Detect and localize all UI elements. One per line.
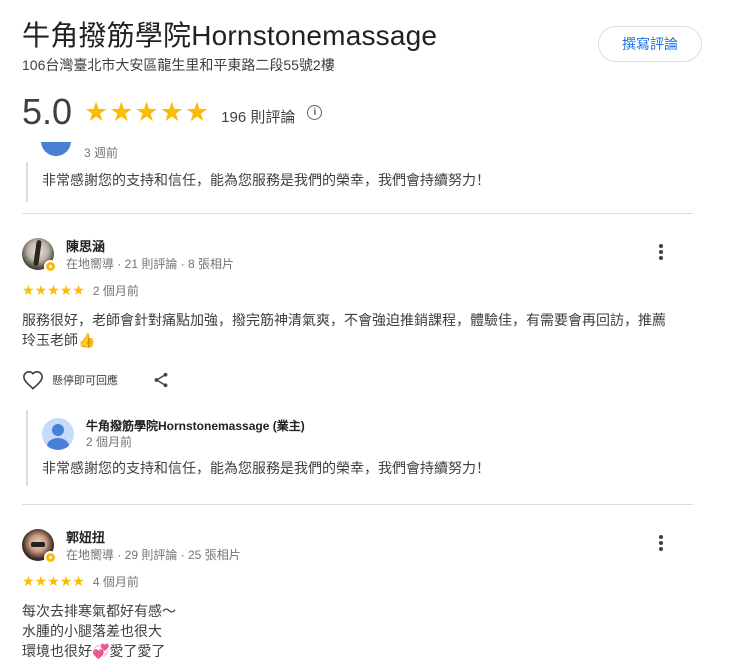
more-vert-icon[interactable] — [653, 242, 669, 262]
star-icon: ★ — [184, 97, 210, 127]
owner-reply-header: 牛角撥筋學院Hornstonemassage (業主) 2 個月前 — [42, 410, 693, 450]
reviewer-name[interactable]: 陳思涵 — [66, 238, 234, 256]
star-icon: ★ — [159, 97, 184, 127]
more-vert-icon[interactable] — [653, 533, 669, 553]
avatar-photo — [33, 239, 42, 267]
star-icon: ★ — [134, 97, 159, 127]
review-rating: ★ ★ ★ ★ ★ 2 個月前 — [22, 282, 693, 298]
review-rating: ★ ★ ★ ★ ★ 4 個月前 — [22, 573, 693, 589]
reviewer: ✦ 陳思涵 在地嚮導 · 21 則評論 · 8 張相片 — [22, 238, 693, 273]
share-icon[interactable] — [152, 371, 170, 389]
reviewer: ✦ 郭妞扭 在地嚮導 · 29 則評論 · 25 張相片 — [22, 529, 693, 564]
rating-stars: ★ ★ ★ ★ ★ — [84, 98, 209, 126]
star-icon: ★ — [47, 573, 60, 589]
rating-summary: 5.0 ★ ★ ★ ★ ★ 196 則評論 i — [22, 92, 733, 132]
review-text: 每次去排寒氣都好有感～ 水腫的小腿落差也很大 環境也很好💞愛了愛了 — [22, 603, 176, 659]
star-icon: ★ — [72, 282, 85, 298]
star-icon: ★ — [34, 573, 48, 589]
reviews-list[interactable]: 3 週前 非常感謝您的支持和信任，能為您服務是我們的榮幸，我們會持續努力！ ✦ … — [0, 142, 733, 668]
local-guide-badge-icon: ✦ — [44, 260, 57, 273]
owner-reply-text: 非常感謝您的支持和信任，能為您服務是我們的榮幸，我們會持續努力！ — [42, 460, 490, 476]
avatar-photo — [31, 542, 45, 547]
reviewer-info: 陳思涵 在地嚮導 · 21 則評論 · 8 張相片 — [66, 238, 234, 272]
review-stars: ★ ★ ★ ★ ★ — [22, 283, 85, 297]
heart-icon — [23, 370, 43, 390]
review-item: ✦ 陳思涵 在地嚮導 · 21 則評論 · 8 張相片 ★ ★ ★ ★ ★ 2 … — [22, 238, 693, 486]
reviewer-info: 郭妞扭 在地嚮導 · 29 則評論 · 25 張相片 — [66, 529, 241, 563]
like-label: 懸停即可回應 — [52, 375, 118, 387]
owner-reply: 牛角撥筋學院Hornstonemassage (業主) 2 個月前 非常感謝您的… — [26, 410, 693, 486]
star-icon: ★ — [22, 282, 35, 298]
owner-avatar — [41, 142, 71, 156]
star-icon: ★ — [59, 282, 73, 298]
rating-value: 5.0 — [22, 91, 73, 132]
reviewer-name[interactable]: 郭妞扭 — [66, 529, 241, 547]
review-item: ✦ 郭妞扭 在地嚮導 · 29 則評論 · 25 張相片 ★ ★ ★ ★ ★ 4… — [22, 529, 693, 661]
write-review-button[interactable]: 撰寫評論 — [598, 26, 702, 62]
reviewer-meta: 在地嚮導 · 29 則評論 · 25 張相片 — [66, 548, 241, 562]
review-stars: ★ ★ ★ ★ ★ — [22, 574, 85, 588]
reviewer-meta: 在地嚮導 · 21 則評論 · 8 張相片 — [66, 257, 235, 271]
star-icon: ★ — [59, 573, 73, 589]
star-icon: ★ — [47, 282, 60, 298]
review-time: 2 個月前 — [92, 283, 139, 298]
owner-info: 牛角撥筋學院Hornstonemassage (業主) 2 個月前 — [86, 418, 305, 450]
avatar[interactable]: ✦ — [22, 529, 57, 564]
review-actions: 懸停即可回應 — [22, 368, 693, 392]
owner-reply-time: 2 個月前 — [86, 435, 133, 449]
owner-reply-time: 3 週前 — [84, 146, 119, 160]
star-icon: ★ — [84, 97, 109, 127]
star-icon: ★ — [109, 97, 134, 127]
owner-reply: 非常感謝您的支持和信任，能為您服務是我們的榮幸，我們會持續努力！ — [26, 162, 490, 202]
owner-reply-text: 非常感謝您的支持和信任，能為您服務是我們的榮幸，我們會持續努力！ — [42, 172, 490, 188]
person-avatar-icon — [42, 418, 74, 450]
review-time: 4 個月前 — [92, 574, 139, 589]
like-button[interactable]: 懸停即可回應 — [22, 370, 118, 390]
divider — [22, 213, 693, 214]
star-icon: ★ — [34, 282, 48, 298]
review-count[interactable]: 196 則評論 — [221, 106, 295, 127]
divider — [22, 504, 693, 505]
info-icon[interactable]: i — [307, 104, 323, 120]
review-text: 服務很好，老師會針對痛點加強，撥完筋神清氣爽，不會強迫推銷課程，體驗佳，有需要會… — [22, 312, 666, 348]
local-guide-badge-icon: ✦ — [44, 551, 57, 564]
owner-name: 牛角撥筋學院Hornstonemassage (業主) — [86, 419, 305, 433]
star-icon: ★ — [22, 573, 35, 589]
star-icon: ★ — [72, 573, 85, 589]
avatar[interactable]: ✦ — [22, 238, 57, 273]
